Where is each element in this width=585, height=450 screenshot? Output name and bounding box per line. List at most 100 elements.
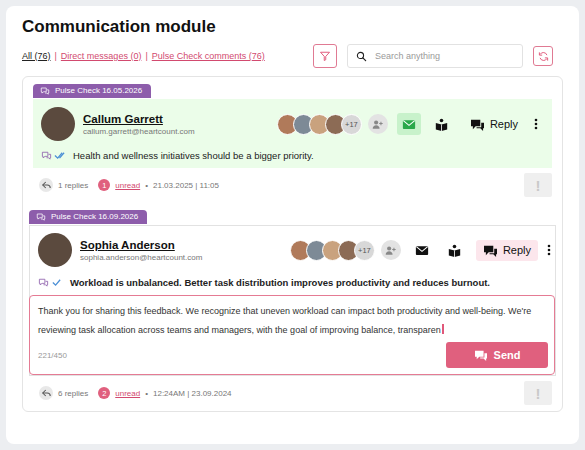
author-email: sophia.anderson@heartcount.com [80, 253, 202, 262]
comment-icon [41, 150, 52, 160]
message-actions: +17 Reply [277, 113, 542, 135]
participant-avatars [277, 114, 346, 135]
send-button[interactable]: Send [446, 342, 548, 368]
message-header: Sophia Anderson sophia.anderson@heartcoun… [38, 233, 555, 267]
tab-bar: All (76)|Direct messages (0)|Pulse Check… [22, 51, 265, 61]
chat-icon [40, 86, 50, 95]
tab-separator: | [145, 51, 147, 61]
tab[interactable]: All (76) [22, 51, 51, 61]
chat-icon [36, 212, 46, 221]
participants: +17 [277, 114, 388, 135]
refresh-button[interactable] [533, 46, 553, 66]
add-participant-button[interactable] [368, 114, 388, 134]
mail-icon [415, 245, 429, 256]
mail-button[interactable] [410, 239, 434, 261]
send-label: Send [494, 349, 521, 361]
send-chat-icon [474, 349, 488, 361]
report-button[interactable]: ! [524, 381, 552, 405]
replies-button[interactable] [39, 386, 53, 400]
author: Sophia Anderson sophia.anderson@heartcoun… [80, 239, 202, 262]
timestamp: 21.03.2025 | 11:05 [153, 181, 219, 190]
unread-link[interactable]: unread [115, 181, 140, 190]
replies-count: 6 replies [58, 389, 88, 398]
participant-avatars [290, 240, 359, 261]
double-check-icon [54, 150, 65, 160]
pulse-check-tag: Pulse Check 16.05.2026 [33, 84, 151, 98]
timestamp: 12:24AM | 23.09.2024 [153, 389, 232, 398]
author-name[interactable]: Callum Garrett [83, 113, 195, 125]
reply-editor-footer: 221/450 Send [38, 342, 548, 368]
message-row: Workload is unbalanced. Better task dist… [38, 275, 555, 289]
replies-count: 1 replies [58, 181, 88, 190]
message-header: Callum Garrett callum.garrett@heartcount.… [41, 107, 542, 141]
comment-icon [38, 277, 49, 287]
message-body: Callum Garrett callum.garrett@heartcount.… [33, 99, 552, 168]
tab[interactable]: Direct messages (0) [61, 51, 142, 61]
tab-separator: | [55, 51, 57, 61]
tag-label: Pulse Check 16.09.2026 [51, 212, 138, 222]
text-cursor [442, 324, 444, 334]
reply-button[interactable]: Reply [463, 114, 525, 135]
communication-panel: Communication moduleAll (76)|Direct mess… [6, 6, 579, 444]
author: Callum Garrett callum.garrett@heartcount.… [83, 113, 195, 136]
more-vertical-icon[interactable] [547, 244, 551, 256]
reply-input[interactable]: Thank you for sharing this feedback. We … [38, 302, 548, 340]
participant-count: +17 [354, 240, 375, 261]
message-text: Health and wellness initiatives should b… [73, 150, 314, 161]
filter-icon [319, 50, 331, 62]
unread-link[interactable]: unread [115, 389, 140, 398]
mail-button[interactable] [397, 113, 421, 135]
refresh-icon [538, 51, 549, 62]
reply-label: Reply [490, 118, 518, 130]
chat-bubbles-icon [483, 244, 498, 257]
message-card: Pulse Check 16.05.2026 Callum Garrett call… [33, 81, 552, 197]
participants: +17 [290, 240, 401, 261]
message-text: Workload is unbalanced. Better task dist… [70, 277, 490, 288]
reply-arrow-icon [42, 389, 51, 397]
author-avatar [38, 233, 72, 267]
tab[interactable]: Pulse Check comments (76) [152, 51, 265, 61]
knowledge-button[interactable] [430, 113, 454, 135]
author-name[interactable]: Sophia Anderson [80, 239, 202, 251]
message-row: Health and wellness initiatives should b… [41, 148, 542, 162]
reply-label: Reply [503, 244, 531, 256]
mail-icon [402, 119, 416, 130]
chat-bubbles-icon [470, 118, 485, 131]
reply-button[interactable]: Reply [476, 240, 538, 261]
message-status [41, 150, 65, 160]
footer-bullet: • [145, 389, 148, 398]
unread-badge: 2 [98, 387, 110, 399]
add-participant-button[interactable] [381, 240, 401, 260]
message-footer: 6 replies 2 unread • 12:24AM | 23.09.2024! [29, 376, 556, 405]
message-body: Sophia Anderson sophia.anderson@heartcoun… [29, 225, 556, 376]
author-email: callum.garrett@heartcount.com [83, 127, 195, 136]
author-avatar [41, 107, 75, 141]
check-icon [51, 277, 62, 287]
unread-badge: 1 [98, 179, 110, 191]
message-list: Pulse Check 16.05.2026 Callum Garrett call… [22, 76, 563, 412]
search-box [347, 44, 523, 68]
reply-editor: Thank you for sharing this feedback. We … [29, 295, 555, 375]
filter-button[interactable] [313, 44, 337, 68]
replies-button[interactable] [39, 178, 53, 192]
book-icon [435, 118, 448, 131]
reply-arrow-icon [42, 181, 51, 189]
add-user-icon [372, 119, 383, 130]
message-footer: 1 replies 1 unread • 21.03.2025 | 11:05! [33, 168, 552, 197]
knowledge-button[interactable] [443, 239, 467, 261]
report-button[interactable]: ! [524, 173, 552, 197]
participant-count: +17 [341, 114, 362, 135]
page-title: Communication module [22, 16, 563, 38]
pulse-check-tag: Pulse Check 16.09.2026 [29, 210, 147, 224]
add-user-icon [385, 245, 396, 256]
toolbar: All (76)|Direct messages (0)|Pulse Check… [22, 42, 563, 70]
message-actions: +17 Reply [290, 239, 555, 261]
search-icon [356, 51, 367, 62]
footer-bullet: • [145, 181, 148, 190]
more-vertical-icon[interactable] [534, 118, 538, 130]
character-counter: 221/450 [38, 351, 67, 360]
search-input[interactable] [375, 51, 514, 61]
message-card: Pulse Check 16.09.2026 Sophia Anderson sop… [29, 207, 556, 405]
toolbar-tools [313, 44, 553, 68]
message-status [38, 277, 62, 287]
